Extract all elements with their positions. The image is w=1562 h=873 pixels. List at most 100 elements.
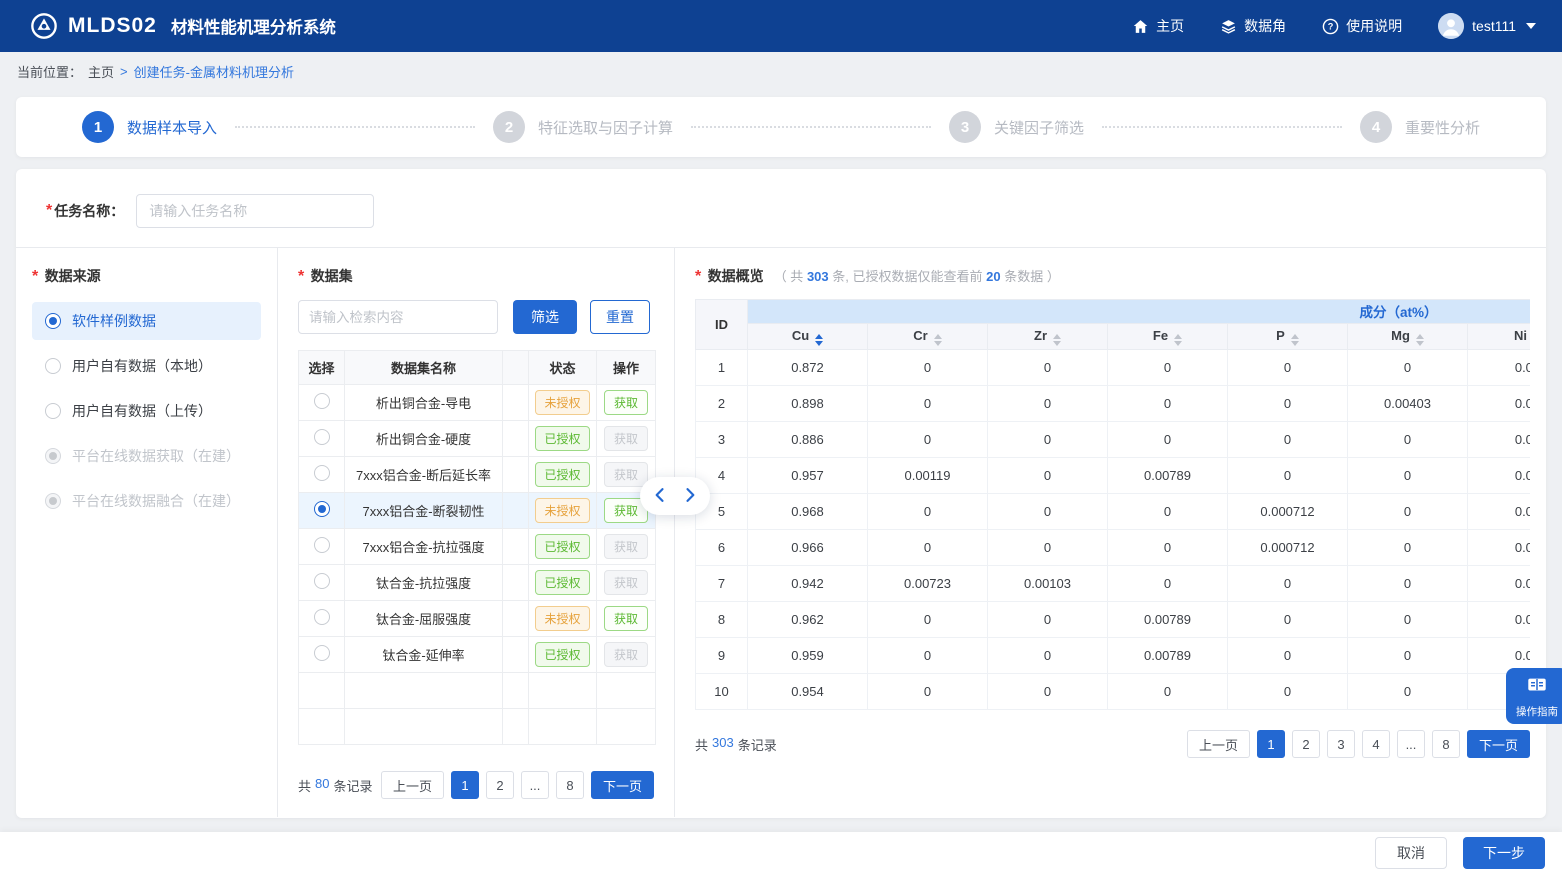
overview-value-cell: 0 <box>1348 638 1468 674</box>
step-label: 数据样本导入 <box>127 117 217 138</box>
dataset-column-header <box>503 351 529 385</box>
next-page-button[interactable]: 下一页 <box>591 771 654 799</box>
operation-guide-button[interactable]: 操作指南 <box>1506 668 1562 724</box>
task-name-input[interactable] <box>136 194 374 228</box>
step-3[interactable]: 3关键因子筛选 <box>949 111 1084 143</box>
cancel-button[interactable]: 取消 <box>1375 837 1447 869</box>
nav-item-label: 主页 <box>1156 16 1184 36</box>
radio-icon[interactable] <box>314 393 330 409</box>
app-brand[interactable]: MLDS02 材料性能机理分析系统 <box>30 12 336 40</box>
column-label: Ni <box>1514 328 1527 343</box>
column-label: P <box>1276 328 1285 343</box>
dataset-cell-blank <box>503 457 529 493</box>
page-button[interactable]: 2 <box>486 771 514 799</box>
dataset-cell-name: 7xxx铝合金-断裂韧性 <box>345 493 503 529</box>
page-button[interactable]: 3 <box>1327 730 1355 758</box>
dataset-cell-blank <box>503 601 529 637</box>
reset-button[interactable]: 重置 <box>590 300 650 334</box>
page-button[interactable]: 8 <box>556 771 584 799</box>
radio-icon[interactable] <box>314 609 330 625</box>
source-option-3[interactable]: 用户自有数据（上传） <box>32 392 261 430</box>
record-count-prefix: 共 <box>695 735 708 754</box>
overview-row: 60.9660000.00071200.02 <box>696 530 1531 566</box>
breadcrumb-home[interactable]: 主页 <box>88 62 114 81</box>
sort-icon[interactable] <box>1053 334 1061 346</box>
column-header-Zr[interactable]: Zr <box>988 324 1108 350</box>
radio-icon[interactable] <box>314 573 330 589</box>
radio-icon[interactable] <box>314 501 330 517</box>
dataset-pager: 上一页12...8下一页 <box>381 771 654 799</box>
radio-icon[interactable] <box>314 465 330 481</box>
sort-icon[interactable] <box>1291 334 1299 346</box>
page-button[interactable]: 2 <box>1292 730 1320 758</box>
dataset-row[interactable]: 析出铜合金-导电 未授权获取 <box>299 385 656 421</box>
radio-icon[interactable] <box>314 429 330 445</box>
status-badge: 已授权 <box>535 534 589 559</box>
nav-item-data-corner[interactable]: 数据角 <box>1220 16 1286 36</box>
page-ellipsis[interactable]: ... <box>1397 730 1425 758</box>
column-header-P[interactable]: P <box>1228 324 1348 350</box>
column-header-Ni[interactable]: Ni <box>1468 324 1531 350</box>
dataset-row[interactable]: 7xxx铝合金-抗拉强度 已授权获取 <box>299 529 656 565</box>
page-button[interactable]: 4 <box>1362 730 1390 758</box>
status-badge: 已授权 <box>535 426 589 451</box>
overview-value-cell: 0 <box>868 674 988 710</box>
radio-icon[interactable] <box>314 537 330 553</box>
dataset-row[interactable]: 7xxx铝合金-断后延长率 已授权获取 <box>299 457 656 493</box>
sort-icon[interactable] <box>1416 334 1424 346</box>
source-option-2[interactable]: 用户自有数据（本地） <box>32 347 261 385</box>
sort-icon[interactable] <box>934 334 942 346</box>
filter-button[interactable]: 筛选 <box>513 300 577 334</box>
column-header-Cu[interactable]: Cu <box>748 324 868 350</box>
column-label: Cu <box>792 328 809 343</box>
fetch-button[interactable]: 获取 <box>604 606 648 631</box>
next-page-button[interactable]: 下一页 <box>1467 730 1530 758</box>
prev-page-button[interactable]: 上一页 <box>1187 730 1250 758</box>
column-header-Fe[interactable]: Fe <box>1108 324 1228 350</box>
dataset-table: 选择数据集名称状态操作 析出铜合金-导电 未授权获取析出铜合金-硬度 已授权获取… <box>298 350 656 745</box>
collapse-left-button[interactable] <box>650 486 670 506</box>
note-text: （ 共 <box>774 269 804 284</box>
nav-item-home[interactable]: 主页 <box>1132 16 1184 36</box>
overview-value-cell: 0 <box>868 638 988 674</box>
column-header-Cr[interactable]: Cr <box>868 324 988 350</box>
next-step-button[interactable]: 下一步 <box>1463 837 1545 869</box>
overview-value-cell: 0 <box>988 494 1108 530</box>
column-header-Mg[interactable]: Mg <box>1348 324 1468 350</box>
dataset-row[interactable]: 7xxx铝合金-断裂韧性 未授权获取 <box>299 493 656 529</box>
dataset-row[interactable]: 析出铜合金-硬度 已授权获取 <box>299 421 656 457</box>
sort-icon[interactable] <box>1174 334 1182 346</box>
overview-value-cell: 0 <box>988 674 1108 710</box>
step-2[interactable]: 2特征选取与因子计算 <box>493 111 673 143</box>
page-button[interactable]: 1 <box>451 771 479 799</box>
user-menu[interactable]: test111 <box>1438 13 1536 39</box>
dataset-cell-blank <box>503 421 529 457</box>
page-button[interactable]: 8 <box>1432 730 1460 758</box>
layers-icon <box>1220 18 1237 35</box>
dataset-row[interactable]: 钛合金-屈服强度 未授权获取 <box>299 601 656 637</box>
step-number: 2 <box>493 111 525 143</box>
dataset-row[interactable]: 钛合金-抗拉强度 已授权获取 <box>299 565 656 601</box>
source-option-1[interactable]: 软件样例数据 <box>32 302 261 340</box>
fetch-button[interactable]: 获取 <box>604 390 648 415</box>
search-input[interactable] <box>298 300 498 334</box>
dataset-empty-cell <box>597 673 656 709</box>
column-label: Cr <box>913 328 927 343</box>
collapse-right-button[interactable] <box>680 486 700 506</box>
page-ellipsis[interactable]: ... <box>521 771 549 799</box>
nav-item-help[interactable]: ? 使用说明 <box>1322 16 1402 36</box>
dataset-empty-cell <box>299 709 345 745</box>
page-button[interactable]: 1 <box>1257 730 1285 758</box>
radio-icon[interactable] <box>314 645 330 661</box>
overview-value-cell: 0.872 <box>748 350 868 386</box>
overview-value-cell: 0 <box>1108 566 1228 602</box>
dataset-row[interactable]: 钛合金-延伸率 已授权获取 <box>299 637 656 673</box>
sort-icon[interactable] <box>815 334 823 346</box>
dataset-cell-select <box>299 637 345 673</box>
overview-row: 20.89800000.004030.06 <box>696 386 1531 422</box>
dataset-cell-action: 获取 <box>597 421 656 457</box>
prev-page-button[interactable]: 上一页 <box>381 771 444 799</box>
dataset-cell-name: 7xxx铝合金-抗拉强度 <box>345 529 503 565</box>
step-1[interactable]: 1数据样本导入 <box>82 111 217 143</box>
step-4[interactable]: 4重要性分析 <box>1360 111 1480 143</box>
